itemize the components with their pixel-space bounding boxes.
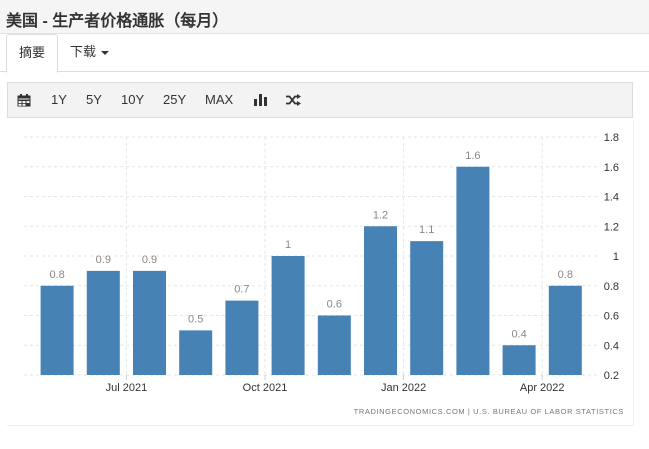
calendar-button[interactable] (17, 83, 31, 117)
y-tick-label: 0.2 (604, 370, 619, 382)
x-tick-label: Jan 2022 (381, 382, 426, 394)
bar (364, 226, 397, 375)
y-tick-label: 1 (613, 251, 619, 263)
x-tick-label: Apr 2022 (520, 382, 565, 394)
calendar-icon (17, 93, 31, 106)
tab-bar: 摘要 下载 (0, 34, 649, 73)
page-title: 美国 - 生产者价格通胀（每月） (6, 13, 229, 30)
data-label: 1.2 (373, 209, 388, 221)
data-label: 1.6 (465, 150, 480, 162)
x-axis: Jul 2021 Oct 2021 Jan 2022 Apr 2022 (106, 375, 565, 394)
range-5y-button[interactable]: 5Y (86, 83, 102, 117)
data-label: 0.7 (234, 284, 249, 296)
range-1y-button[interactable]: 1Y (51, 83, 67, 117)
bars (40, 166, 582, 375)
y-tick-label: 1.4 (604, 192, 619, 204)
bar (271, 256, 305, 375)
bar (410, 241, 444, 375)
tab-summary[interactable]: 摘要 (6, 34, 59, 73)
bar (317, 315, 351, 375)
bar (456, 166, 490, 375)
bar (86, 270, 120, 375)
chart-container: 0.8 0.9 0.9 0.5 0.7 1 0.6 1.2 1.1 1.6 0.4 0.8 0.2 0.… (7, 120, 634, 426)
range-25y-button[interactable]: 25Y (163, 83, 186, 117)
tab-download-label: 下载 (70, 44, 97, 59)
y-tick-label: 1.6 (604, 162, 619, 174)
bar-chart: 0.80.9 0.90.50.710.61.21.11.60.40.8 0.20.… (24, 132, 624, 416)
y-tick-label: 0.8 (604, 281, 619, 293)
data-labels: 0.8 0.9 0.9 0.5 0.7 1 0.6 1.2 1.1 1.6 0.4 0.8 (49, 150, 572, 341)
data-label: 0.9 (142, 254, 157, 266)
y-axis: 0.2 0.4 0.6 0.8 1 1.2 1.4 1.6 1.8 (604, 132, 619, 382)
source-credit: TRADINGECONOMICS.COM | U.S. BUREAU OF LA… (354, 407, 624, 416)
chart-type-button[interactable] (254, 83, 267, 117)
chevron-down-icon (101, 50, 110, 55)
compare-button[interactable] (286, 83, 301, 117)
chart-toolbar: 1Y 5Y 10Y 25Y MAX (7, 82, 633, 118)
shuffle-icon (286, 94, 301, 106)
data-label: 0.5 (188, 313, 203, 325)
bar (40, 285, 74, 375)
bar (225, 300, 259, 375)
bar (179, 330, 213, 375)
bar-chart-icon (254, 94, 267, 106)
range-max-button[interactable]: MAX (205, 83, 233, 117)
y-tick-label: 0.4 (604, 340, 619, 352)
range-10y-button[interactable]: 10Y (121, 83, 144, 117)
data-label: 1 (285, 239, 291, 251)
bar (133, 270, 166, 375)
data-label: 0.8 (49, 269, 64, 281)
data-label: 1.1 (419, 224, 434, 236)
data-label: 0.4 (511, 328, 526, 340)
x-tick-label: Jul 2021 (106, 382, 148, 394)
y-tick-label: 0.6 (604, 311, 619, 323)
bar (502, 345, 536, 375)
bar (548, 285, 582, 375)
title-bar: 美国 - 生产者价格通胀（每月） (0, 0, 649, 34)
x-tick-label: Oct 2021 (243, 382, 288, 394)
data-label: 0.6 (327, 299, 342, 311)
tab-download[interactable]: 下载 (58, 34, 121, 72)
data-label: 0.8 (558, 269, 573, 281)
data-label: 0.9 (96, 254, 111, 266)
y-tick-label: 1.8 (604, 132, 619, 144)
y-tick-label: 1.2 (604, 221, 619, 233)
